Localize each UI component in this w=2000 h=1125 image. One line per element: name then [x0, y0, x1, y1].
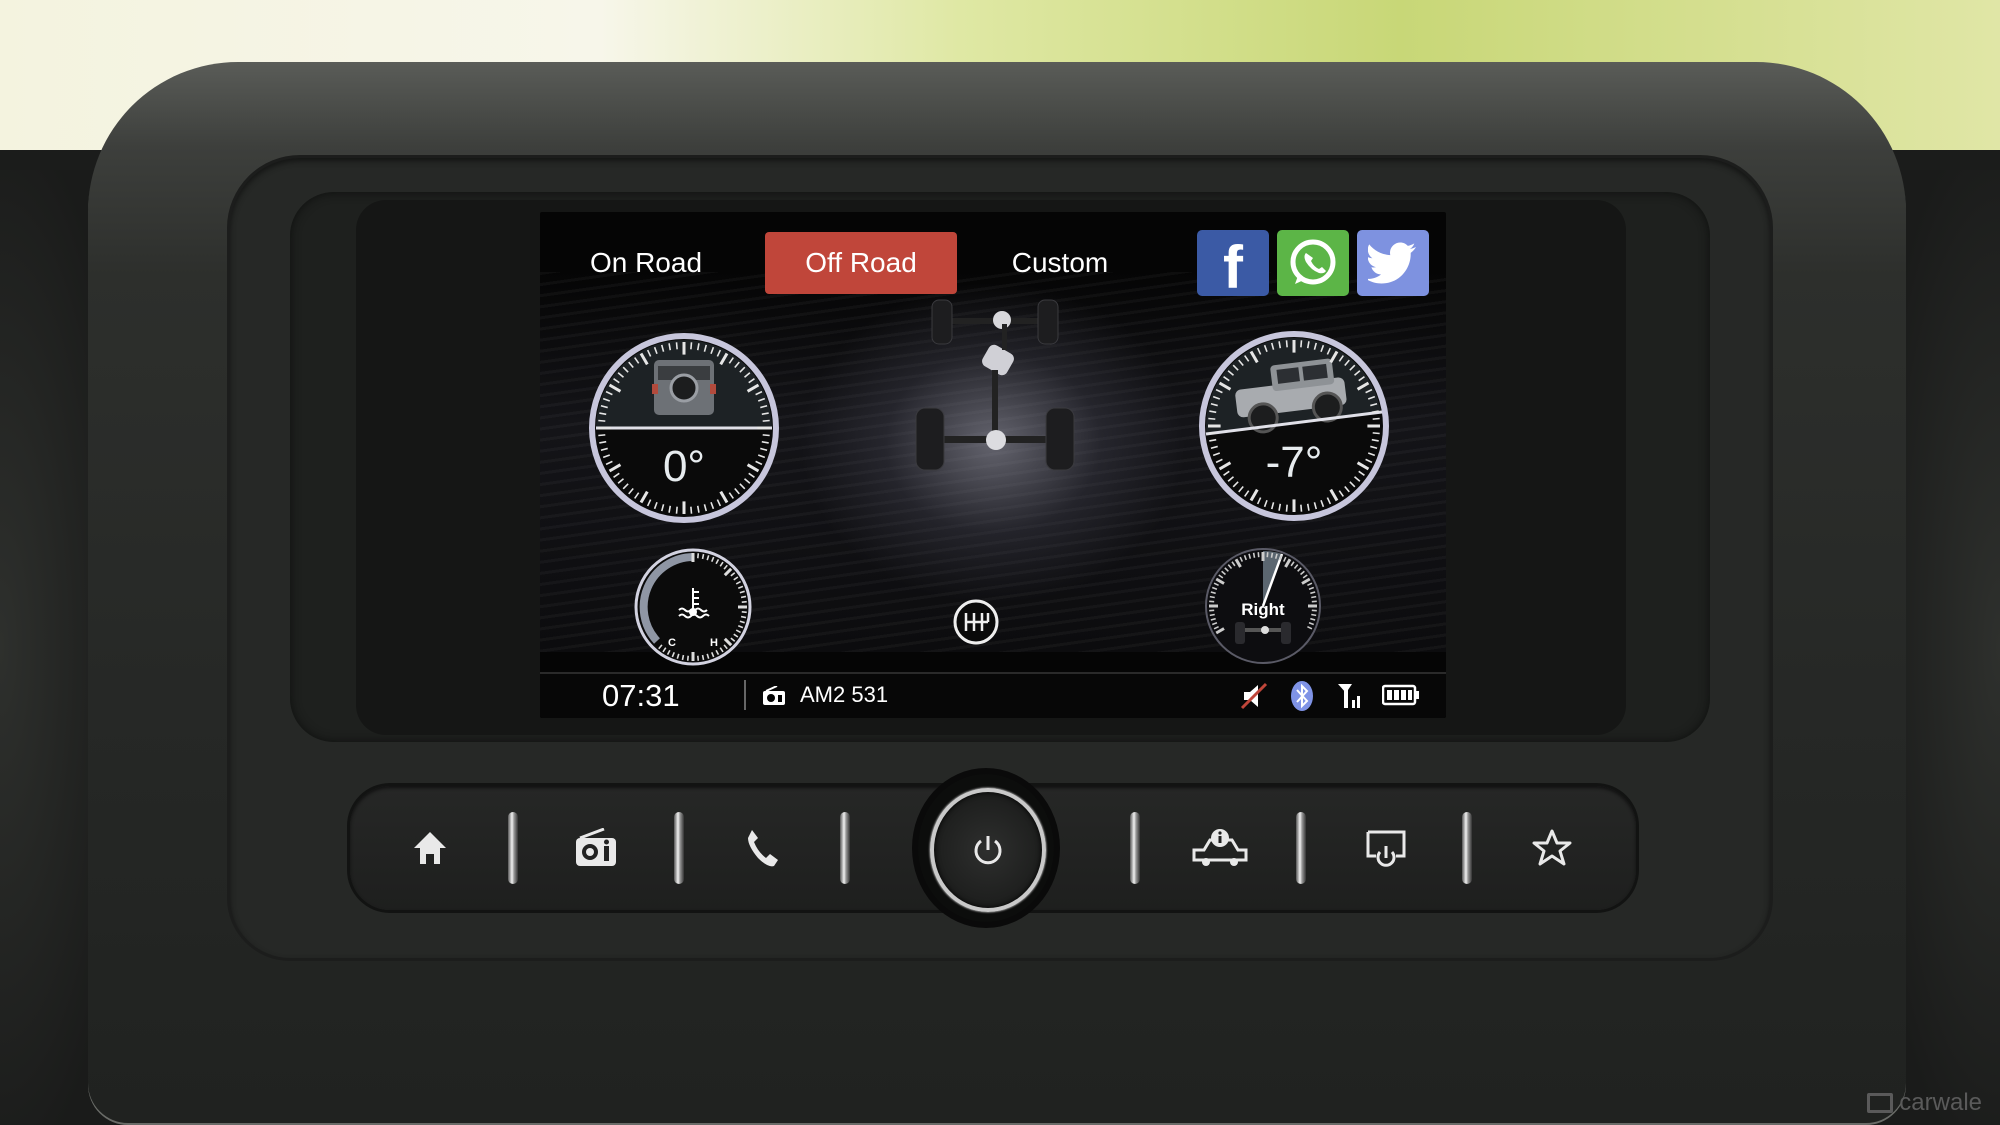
- pitch-gauge-dial: [1199, 331, 1389, 521]
- power-knob[interactable]: [918, 774, 1054, 922]
- home-button[interactable]: [350, 794, 510, 902]
- dial-tick: [1285, 504, 1288, 512]
- pitch-angle-value: -7°: [1265, 438, 1323, 487]
- dial-tick: [701, 654, 705, 661]
- pitch-inclinometer: -7°: [1196, 328, 1392, 524]
- infotainment-screen: On Road Off Road Custom f 0° -7° C H Rig…: [540, 212, 1446, 718]
- screen-off-button[interactable]: [1306, 794, 1466, 902]
- coolant-cold-label: C: [668, 637, 676, 649]
- dial-tick: [1252, 552, 1256, 558]
- dial-tick: [1300, 504, 1303, 512]
- tab-custom[interactable]: Custom: [970, 232, 1150, 294]
- dial-tick: [1208, 432, 1216, 435]
- button-divider: [1462, 812, 1472, 884]
- coolant-temperature-gauge: C H: [632, 546, 754, 668]
- facebook-icon: f: [1223, 234, 1243, 301]
- steering-direction-gauge: Right: [1203, 546, 1323, 666]
- dial-tick: [740, 595, 747, 599]
- facebook-button[interactable]: f: [1197, 230, 1269, 301]
- dial-tick: [1270, 552, 1274, 558]
- dial-tick: [681, 654, 685, 661]
- home-icon: [414, 832, 446, 864]
- front-axle: [931, 299, 1059, 345]
- watermark: carwale: [1867, 1089, 1982, 1117]
- clock: 07:31: [602, 678, 680, 713]
- button-divider: [1130, 812, 1140, 884]
- star-icon: [1532, 829, 1572, 866]
- favorite-button[interactable]: [1472, 794, 1632, 902]
- vehicle-info-icon: [1192, 829, 1248, 866]
- dial-tick: [690, 506, 693, 514]
- power-button[interactable]: [930, 788, 1046, 912]
- dial-tick: [1372, 417, 1380, 420]
- dial-tick: [1300, 340, 1303, 348]
- drivetrain-diagram: [915, 299, 1075, 471]
- status-divider: [744, 680, 746, 710]
- battery-icon: [1382, 684, 1419, 706]
- dial-tick: [675, 506, 678, 514]
- status-bar: 07:31 AM2 531: [540, 672, 1446, 718]
- coolant-hot-label: H: [710, 637, 718, 649]
- phone-icon: [748, 830, 778, 867]
- roll-gauge-dial: [589, 333, 779, 523]
- dial-tick: [690, 342, 693, 350]
- dial-tick: [598, 419, 606, 422]
- dial-tick: [740, 615, 747, 619]
- carwale-logo-icon: [1867, 1093, 1894, 1113]
- bluetooth-icon[interactable]: [1290, 680, 1314, 712]
- dial-tick: [762, 434, 770, 437]
- dial-tick: [1311, 595, 1317, 599]
- radio-icon: [576, 828, 616, 866]
- roll-vehicle-rear-icon: [652, 360, 716, 415]
- vehicle-info-button[interactable]: [1140, 794, 1300, 902]
- screen-off-icon: [1366, 830, 1406, 867]
- twitter-button[interactable]: [1357, 230, 1429, 296]
- dial-tick: [1209, 595, 1215, 599]
- whatsapp-button[interactable]: [1277, 230, 1349, 296]
- signal-icon: [1338, 684, 1360, 708]
- watermark-text: carwale: [1899, 1089, 1982, 1116]
- power-icon: [974, 836, 1002, 865]
- radio-source-icon: [763, 686, 785, 705]
- roll-angle-value: 0°: [662, 442, 706, 491]
- radio-button[interactable]: [516, 794, 676, 902]
- gear-shift-icon[interactable]: [952, 598, 1000, 646]
- phone-button[interactable]: [682, 794, 842, 902]
- dial-tick: [1208, 417, 1216, 420]
- transfer-case: [982, 324, 1014, 436]
- dial-tick: [701, 553, 705, 560]
- dial-tick: [675, 342, 678, 350]
- radio-station: AM2 531: [800, 682, 889, 707]
- steering-direction-label: Right: [1241, 600, 1285, 619]
- tab-on-road[interactable]: On Road: [556, 232, 736, 294]
- button-divider: [840, 812, 850, 884]
- dial-tick: [598, 434, 606, 437]
- button-divider: [1296, 812, 1306, 884]
- twitter-icon: [1368, 242, 1416, 284]
- dial-tick: [1285, 340, 1288, 348]
- whatsapp-icon: [1290, 239, 1336, 285]
- tab-off-road[interactable]: Off Road: [765, 232, 957, 294]
- dial-tick: [1372, 432, 1380, 435]
- mute-icon[interactable]: [1240, 682, 1268, 710]
- dial-tick: [762, 419, 770, 422]
- roll-inclinometer: 0°: [586, 330, 782, 526]
